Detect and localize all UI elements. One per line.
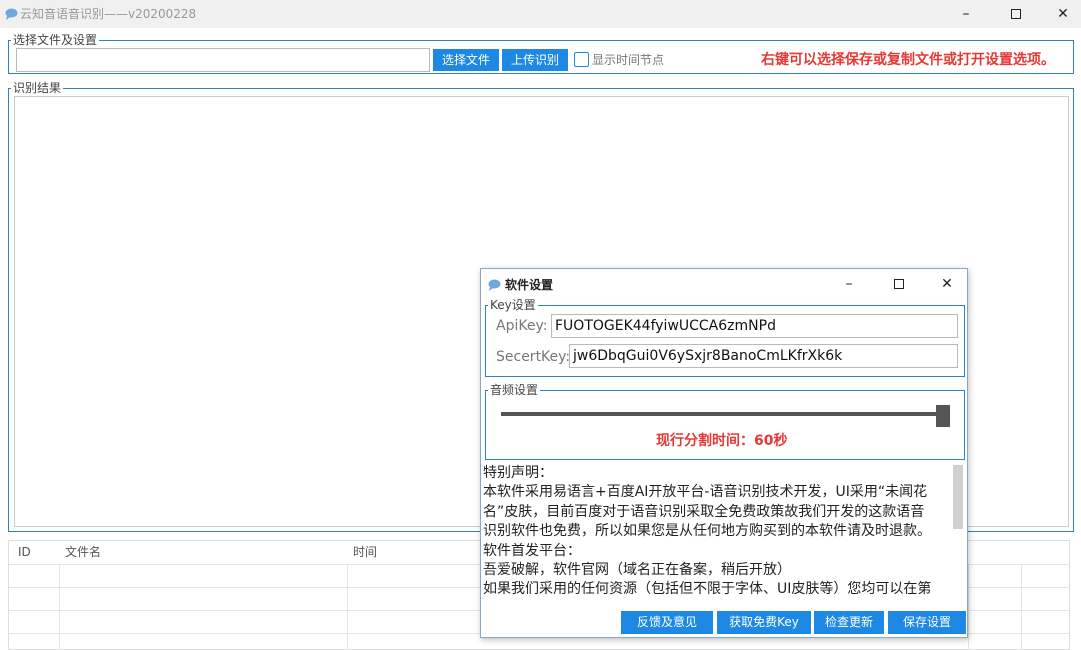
secret-key-input[interactable]: jw6DbqGui0V6ySxjr8BanoCmLKfrXk6k [569, 344, 958, 368]
save-settings-button[interactable]: 保存设置 [888, 611, 966, 634]
check-update-button[interactable]: 检查更新 [814, 611, 884, 634]
column-header-id[interactable]: ID [18, 545, 31, 559]
maximize-icon [894, 279, 904, 289]
notice-line: 识别软件也免费，所以如果您是从任何地方购买到的本软件请及时退款。 [483, 523, 931, 540]
minimize-button[interactable]: – [943, 0, 989, 28]
dialog-minimize-button[interactable]: – [826, 269, 872, 299]
notice-line: 吾爱破解，软件官网（域名正在备案，稍后开放） [483, 562, 791, 579]
file-settings-legend: 选择文件及设置 [11, 33, 100, 47]
maximize-button[interactable] [993, 0, 1039, 28]
show-time-label[interactable]: 显示时间节点 [592, 52, 664, 68]
notice-line: 如果我们采用的任何资源（包括但不限于字体、UI皮肤等）您均可以在第 [483, 581, 932, 598]
segment-time-slider-track[interactable] [501, 412, 941, 416]
select-file-button[interactable]: 选择文件 [433, 49, 499, 71]
api-key-input[interactable]: FUOTOGEK44fyiwUCCA6zmNPd [551, 314, 958, 338]
notice-line: 名”皮肤，目前百度对于语音识别采取全免费政策故我们开发的这款语音 [483, 503, 925, 520]
table-column-divider [1021, 564, 1022, 650]
column-header-filename[interactable]: 文件名 [65, 545, 101, 559]
maximize-icon [1011, 9, 1021, 19]
settings-dialog: 软件设置 – ✕ Key设置 ApiKey: FUOTOGEK44fyiwUCC… [480, 268, 968, 638]
chat-bubble-icon [488, 279, 501, 291]
notice-textarea[interactable]: 特别声明： 本软件采用易语言+百度AI开放平台-语音识别技术开发，UI采用“未闻… [481, 464, 965, 607]
notice-line: 特别声明： [483, 465, 553, 481]
table-column-divider [968, 564, 969, 650]
dialog-close-button[interactable]: ✕ [924, 269, 970, 299]
key-settings-legend: Key设置 [488, 298, 538, 312]
notice-line: 本软件采用易语言+百度AI开放平台-语音识别技术开发，UI采用“未闻花 [483, 484, 928, 501]
notice-scrollbar[interactable] [953, 465, 963, 529]
column-header-time[interactable]: 时间 [353, 545, 377, 559]
dialog-titlebar[interactable]: 软件设置 – ✕ [481, 269, 967, 299]
table-column-divider [59, 564, 60, 650]
show-time-checkbox[interactable] [574, 52, 589, 67]
feedback-button[interactable]: 反馈及意见 [621, 611, 713, 634]
api-key-label: ApiKey: [496, 318, 548, 334]
window-title: 云知音语音识别——v20200228 [20, 7, 197, 21]
audio-settings-legend: 音频设置 [488, 383, 541, 397]
notice-line: 软件首发平台： [483, 542, 581, 559]
get-free-key-button[interactable]: 获取免费Key [717, 611, 811, 634]
dialog-title: 软件设置 [505, 278, 554, 292]
segment-time-slider-handle[interactable] [936, 405, 950, 427]
dialog-maximize-button[interactable] [876, 269, 922, 299]
right-click-hint: 右键可以选择保存或复制文件或打开设置选项。 [761, 52, 1055, 68]
table-column-divider [347, 564, 348, 650]
chat-bubble-icon [5, 8, 18, 20]
result-legend: 识别结果 [11, 81, 64, 95]
main-titlebar: 云知音语音识别——v20200228 – ✕ [0, 0, 1081, 28]
upload-recognize-button[interactable]: 上传识别 [502, 49, 568, 71]
secret-key-label: SecertKey: [496, 349, 571, 365]
segment-time-label: 现行分割时间：60秒 [656, 433, 788, 449]
file-path-input[interactable] [16, 48, 430, 72]
close-button[interactable]: ✕ [1040, 0, 1081, 28]
